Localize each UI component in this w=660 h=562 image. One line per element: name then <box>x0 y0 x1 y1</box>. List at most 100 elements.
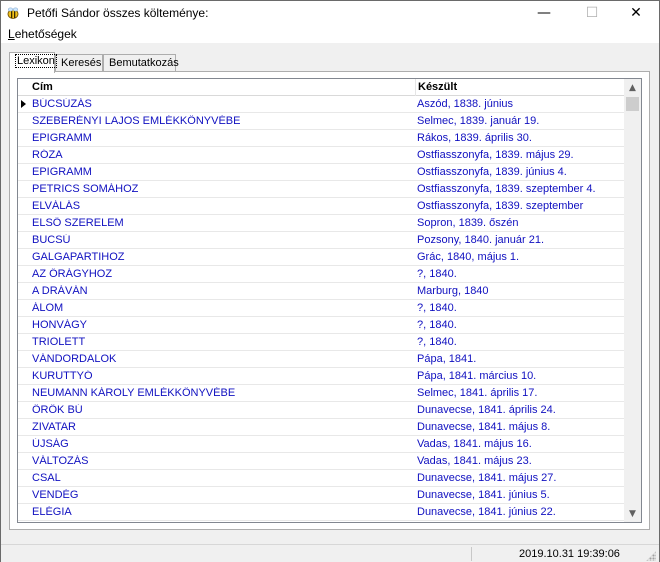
row-indicator[interactable] <box>18 368 30 385</box>
cell-cim[interactable]: CSAL <box>32 472 412 484</box>
row-indicator[interactable] <box>18 300 30 317</box>
cell-cim[interactable]: GALGAPARTIHOZ <box>32 251 412 263</box>
cell-keszult[interactable]: Dunavecse, 1841. május 8. <box>417 421 622 433</box>
poems-grid[interactable]: Cím Készült BÚCSÚZÁS Aszód, 1838. június S… <box>17 78 642 523</box>
scroll-up-button[interactable]: ▲ <box>624 79 641 96</box>
cell-keszult[interactable]: ?, 1840. <box>417 268 622 280</box>
row-indicator[interactable] <box>18 215 30 232</box>
table-row[interactable]: ELÉGIA Dunavecse, 1841. június 22. <box>18 504 624 521</box>
cell-cim[interactable]: VÁLTOZÁS <box>32 455 412 467</box>
row-indicator[interactable] <box>18 453 30 470</box>
cell-keszult[interactable]: Dunavecse, 1841. május 27. <box>417 472 622 484</box>
cell-keszult[interactable]: Sopron, 1839. őszén <box>417 217 622 229</box>
table-row[interactable]: BÚCSÚZÁS Aszód, 1838. június <box>18 96 624 113</box>
table-row[interactable]: VENDÉG Dunavecse, 1841. június 5. <box>18 487 624 504</box>
row-indicator[interactable] <box>18 164 30 181</box>
vertical-scrollbar[interactable]: ▲ ▼ <box>624 79 641 522</box>
table-row[interactable]: SZEBERÉNYI LAJOS EMLÉKKÖNYVÉBE Selmec, 18… <box>18 113 624 130</box>
column-header-cim[interactable]: Cím <box>18 79 416 96</box>
table-row[interactable]: ÁLOM ?, 1840. <box>18 300 624 317</box>
row-indicator[interactable] <box>18 351 30 368</box>
column-header-keszult[interactable]: Készült <box>416 79 624 96</box>
cell-keszult[interactable]: Vadas, 1841. május 23. <box>417 455 622 467</box>
table-row[interactable]: HONVÁGY ?, 1840. <box>18 317 624 334</box>
cell-keszult[interactable]: Ostfiasszonyfa, 1839. június 4. <box>417 166 622 178</box>
cell-cim[interactable]: ÚJSÁG <box>32 438 412 450</box>
table-row[interactable]: PETRICS SOMÁHOZ Ostfiasszonyfa, 1839. sze… <box>18 181 624 198</box>
cell-cim[interactable]: NEUMANN KÁROLY EMLÉKKÖNYVÉBE <box>32 387 412 399</box>
row-indicator[interactable] <box>18 402 30 419</box>
cell-keszult[interactable]: Aszód, 1838. június <box>417 98 622 110</box>
close-button[interactable]: ✕ <box>613 1 659 25</box>
cell-keszult[interactable]: Ostfiasszonyfa, 1839. május 29. <box>417 149 622 161</box>
table-row[interactable]: EPIGRAMM Ostfiasszonyfa, 1839. június 4. <box>18 164 624 181</box>
row-indicator[interactable] <box>18 232 30 249</box>
cell-cim[interactable]: ELSŐ SZERELEM <box>32 217 412 229</box>
row-indicator[interactable] <box>18 283 30 300</box>
cell-cim[interactable]: EPIGRAMM <box>32 166 412 178</box>
row-indicator[interactable] <box>18 334 30 351</box>
row-indicator[interactable] <box>18 96 30 113</box>
row-indicator[interactable] <box>18 113 30 130</box>
cell-cim[interactable]: ZIVATAR <box>32 421 412 433</box>
cell-cim[interactable]: ÖRÖK BÚ <box>32 404 412 416</box>
row-indicator[interactable] <box>18 504 30 521</box>
maximize-button[interactable]: ☐ <box>569 1 615 25</box>
row-indicator[interactable] <box>18 436 30 453</box>
cell-keszult[interactable]: Marburg, 1840 <box>417 285 622 297</box>
table-row[interactable]: ELVÁLÁS Ostfiasszonyfa, 1839. szeptember <box>18 198 624 215</box>
cell-cim[interactable]: HONVÁGY <box>32 319 412 331</box>
table-row[interactable]: ZIVATAR Dunavecse, 1841. május 8. <box>18 419 624 436</box>
cell-keszult[interactable]: Pozsony, 1840. január 21. <box>417 234 622 246</box>
cell-cim[interactable]: ELVÁLÁS <box>32 200 412 212</box>
scrollbar-thumb[interactable] <box>626 97 639 111</box>
cell-keszult[interactable]: Dunavecse, 1841. április 24. <box>417 404 622 416</box>
cell-cim[interactable]: PETRICS SOMÁHOZ <box>32 183 412 195</box>
cell-cim[interactable]: AZ ŐRÁGYHOZ <box>32 268 412 280</box>
row-indicator[interactable] <box>18 487 30 504</box>
cell-keszult[interactable]: ?, 1840. <box>417 336 622 348</box>
cell-keszult[interactable]: Grác, 1840, május 1. <box>417 251 622 263</box>
cell-cim[interactable]: KURUTTYÓ <box>32 370 412 382</box>
cell-cim[interactable]: ÁLOM <box>32 302 412 314</box>
tab-kereses[interactable]: Keresés <box>55 54 103 72</box>
cell-keszult[interactable]: Selmec, 1839. január 19. <box>417 115 622 127</box>
table-row[interactable]: ELSŐ SZERELEM Sopron, 1839. őszén <box>18 215 624 232</box>
cell-cim[interactable]: BUCSÚ <box>32 234 412 246</box>
cell-cim[interactable]: EPIGRAMM <box>32 132 412 144</box>
cell-cim[interactable]: SZEBERÉNYI LAJOS EMLÉKKÖNYVÉBE <box>32 115 412 127</box>
cell-keszult[interactable]: Ostfiasszonyfa, 1839. szeptember <box>417 200 622 212</box>
menu-lehetosegek[interactable]: Lehetőségek <box>8 27 77 41</box>
cell-cim[interactable]: TRIOLETT <box>32 336 412 348</box>
row-indicator[interactable] <box>18 130 30 147</box>
row-indicator[interactable] <box>18 470 30 487</box>
cell-keszult[interactable]: ?, 1840. <box>417 302 622 314</box>
cell-keszult[interactable]: Selmec, 1841. április 17. <box>417 387 622 399</box>
row-indicator[interactable] <box>18 419 30 436</box>
cell-keszult[interactable]: Dunavecse, 1841. június 5. <box>417 489 622 501</box>
row-indicator[interactable] <box>18 181 30 198</box>
table-row[interactable]: CSAL Dunavecse, 1841. május 27. <box>18 470 624 487</box>
cell-cim[interactable]: VENDÉG <box>32 489 412 501</box>
table-row[interactable]: BUCSÚ Pozsony, 1840. január 21. <box>18 232 624 249</box>
scroll-down-button[interactable]: ▼ <box>624 505 641 522</box>
row-indicator[interactable] <box>18 249 30 266</box>
cell-keszult[interactable]: Rákos, 1839. április 30. <box>417 132 622 144</box>
row-indicator[interactable] <box>18 266 30 283</box>
table-row[interactable]: KURUTTYÓ Pápa, 1841. március 10. <box>18 368 624 385</box>
resize-grip-icon[interactable] <box>646 551 656 561</box>
cell-keszult[interactable]: Pápa, 1841. március 10. <box>417 370 622 382</box>
bee-icon[interactable] <box>6 6 20 20</box>
table-row[interactable]: ÚJSÁG Vadas, 1841. május 16. <box>18 436 624 453</box>
row-indicator[interactable] <box>18 317 30 334</box>
cell-keszult[interactable]: ?, 1840. <box>417 319 622 331</box>
cell-keszult[interactable]: Dunavecse, 1841. június 22. <box>417 506 622 518</box>
table-row[interactable]: VÁNDORDALOK Pápa, 1841. <box>18 351 624 368</box>
table-row[interactable]: GALGAPARTIHOZ Grác, 1840, május 1. <box>18 249 624 266</box>
row-indicator[interactable] <box>18 385 30 402</box>
tab-lexikon[interactable]: Lexikon <box>9 52 57 73</box>
cell-cim[interactable]: ELÉGIA <box>32 506 412 518</box>
table-row[interactable]: NEUMANN KÁROLY EMLÉKKÖNYVÉBE Selmec, 1841… <box>18 385 624 402</box>
row-indicator[interactable] <box>18 198 30 215</box>
cell-cim[interactable]: VÁNDORDALOK <box>32 353 412 365</box>
